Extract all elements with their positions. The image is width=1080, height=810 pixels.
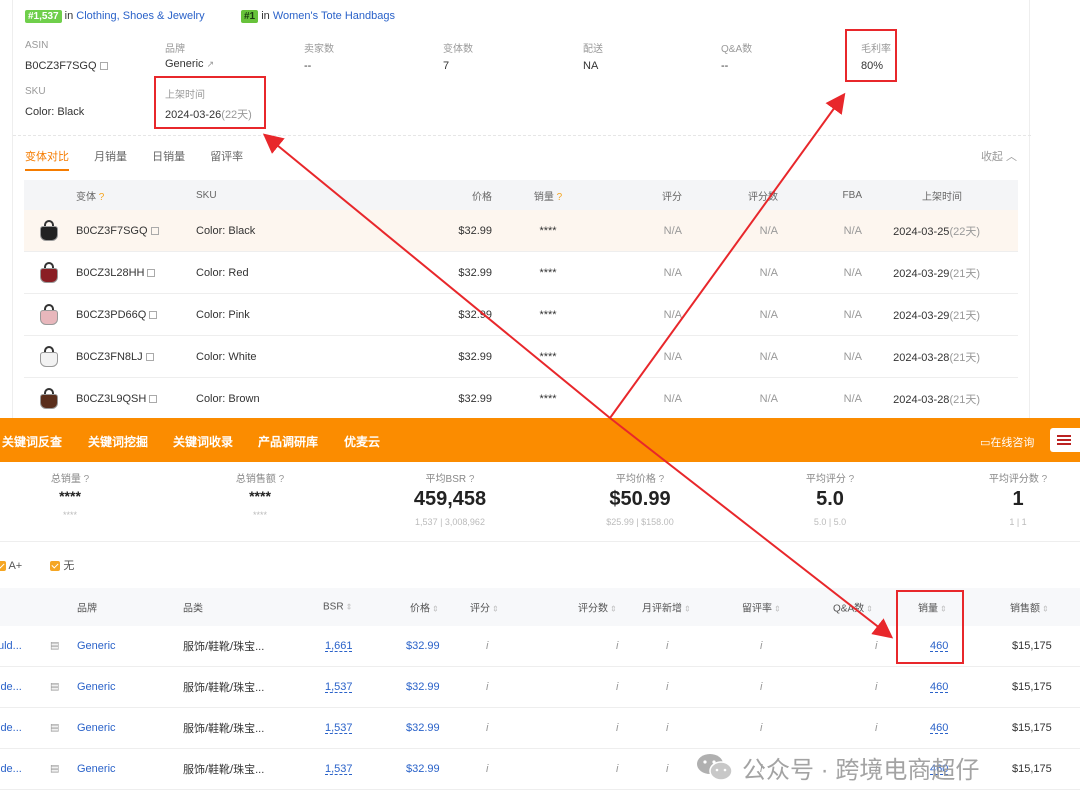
wechat-icon [697, 754, 733, 781]
arrow-to-sales [609, 417, 894, 639]
annotation-arrows [262, 92, 894, 639]
arrow-to-listed-date [262, 133, 611, 419]
watermark-text: 公众号 · 跨境电商超仔 [742, 757, 980, 784]
arrow-to-margin [609, 92, 846, 419]
